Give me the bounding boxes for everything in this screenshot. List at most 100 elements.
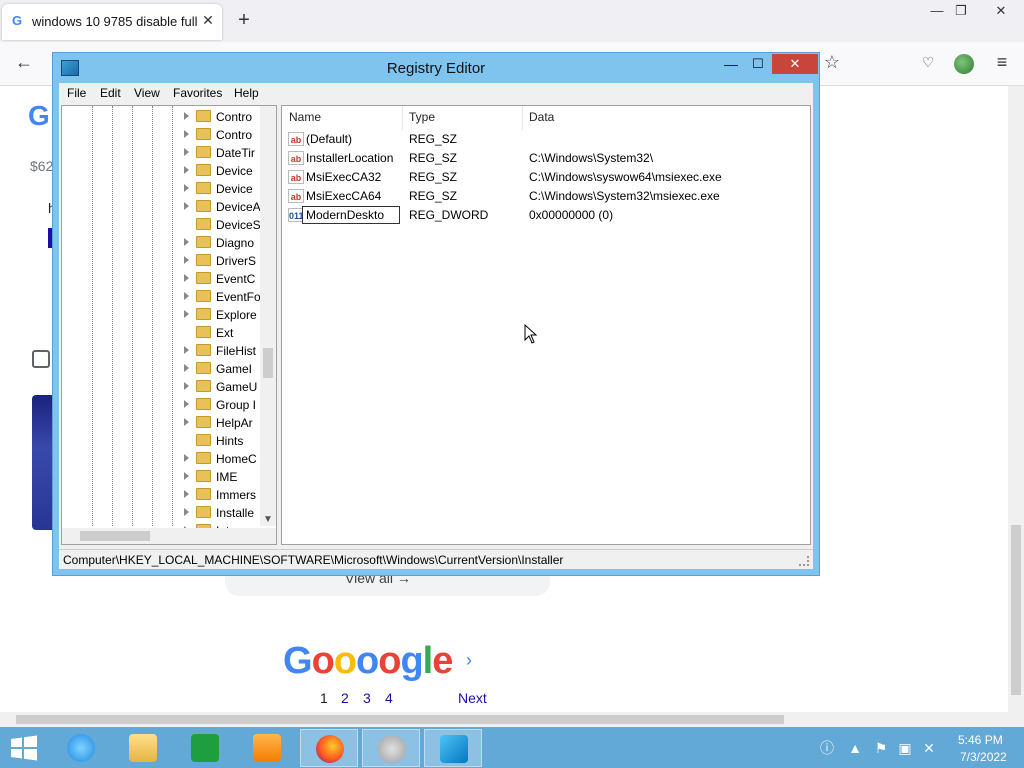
regedit-minimize-button[interactable]: — (718, 55, 744, 75)
browser-tab[interactable]: G windows 10 9785 disable fullscreen ✕ (2, 4, 222, 40)
menu-file[interactable]: File (67, 86, 86, 100)
volume-muted-icon[interactable]: ✕ (920, 739, 938, 757)
back-button[interactable]: ← (12, 52, 36, 76)
regedit-close-button[interactable]: ✕ (772, 54, 818, 74)
column-header-name[interactable]: Name (289, 110, 321, 130)
tree-item[interactable]: Immers (180, 486, 270, 504)
tree-item[interactable]: Ext (180, 324, 270, 342)
result-thumbnail[interactable] (32, 395, 54, 530)
tree-expand-arrow-icon[interactable] (184, 238, 189, 246)
registry-value-row[interactable]: ab MsiExecCA32 REG_SZ C:\Windows\syswow6… (286, 168, 806, 187)
tree-item[interactable]: Hints (180, 432, 270, 450)
pager-next-chevron-icon[interactable]: › (466, 650, 472, 671)
pocket-icon[interactable]: ♡ (916, 54, 940, 74)
tree-item[interactable]: Contro (180, 126, 270, 144)
tree-expand-arrow-icon[interactable] (184, 400, 189, 408)
browser-close-button[interactable]: ✕ (986, 0, 1016, 22)
tree-expand-arrow-icon[interactable] (184, 346, 189, 354)
rename-value-input[interactable] (302, 206, 400, 224)
page-horizontal-scrollbar-thumb[interactable] (16, 715, 784, 724)
tree-item[interactable]: GameU (180, 378, 270, 396)
tree-item[interactable]: HelpAr (180, 414, 270, 432)
tree-item[interactable]: Group I (180, 396, 270, 414)
taskbar-firefox[interactable] (300, 729, 358, 767)
info-icon[interactable]: ⓘ (818, 739, 836, 757)
tree-item[interactable]: DeviceA (180, 198, 270, 216)
menu-edit[interactable]: Edit (100, 86, 121, 100)
google-logo[interactable]: G (28, 100, 50, 132)
tree-expand-arrow-icon[interactable] (184, 256, 189, 264)
tree-expand-arrow-icon[interactable] (184, 490, 189, 498)
tab-close-icon[interactable]: ✕ (200, 12, 216, 28)
clock-date[interactable]: 7/3/2022 (960, 750, 1007, 764)
windows-start-icon[interactable] (10, 735, 38, 761)
tree-expand-arrow-icon[interactable] (184, 310, 189, 318)
tree-vertical-scrollbar[interactable] (260, 106, 276, 526)
network-icon[interactable]: ▣ (896, 739, 914, 757)
registry-value-row[interactable]: ab MsiExecCA64 REG_SZ C:\Windows\System3… (286, 187, 806, 206)
pager-page-3[interactable]: 3 (363, 690, 371, 706)
pager-page-2[interactable]: 2 (341, 690, 349, 706)
column-separator[interactable] (522, 106, 523, 130)
tree-item[interactable]: Installe (180, 504, 270, 522)
tree-item[interactable]: Diagno (180, 234, 270, 252)
page-vertical-scrollbar-thumb[interactable] (1011, 525, 1021, 695)
taskbar-store[interactable] (176, 729, 234, 767)
tree-expand-arrow-icon[interactable] (184, 472, 189, 480)
tree-item[interactable]: GameI (180, 360, 270, 378)
tree-expand-arrow-icon[interactable] (184, 292, 189, 300)
regedit-titlebar[interactable]: Registry Editor — ☐ ✕ (53, 53, 819, 83)
show-hidden-icons-chevron-icon[interactable]: ▲ (846, 739, 864, 757)
taskbar-media-player[interactable] (238, 729, 296, 767)
tree-expand-arrow-icon[interactable] (184, 130, 189, 138)
tree-scroll-down-icon[interactable]: ▼ (262, 514, 274, 526)
tree-expand-arrow-icon[interactable] (184, 184, 189, 192)
tree-expand-arrow-icon[interactable] (184, 148, 189, 156)
tree-expand-arrow-icon[interactable] (184, 508, 189, 516)
registry-value-row[interactable]: ab (Default) REG_SZ (286, 130, 806, 149)
tree-expand-arrow-icon[interactable] (184, 364, 189, 372)
tree-item[interactable]: EventC (180, 270, 270, 288)
tree-item[interactable]: Contro (180, 108, 270, 126)
tree-expand-arrow-icon[interactable] (184, 202, 189, 210)
pager-next-link[interactable]: Next (458, 690, 487, 706)
tree-item[interactable]: HomeC (180, 450, 270, 468)
clock-time[interactable]: 5:46 PM (958, 733, 1003, 747)
registry-values-pane[interactable]: Name Type Data ab (Default) REG_SZ ab In… (281, 105, 811, 545)
tree-item[interactable]: Explore (180, 306, 270, 324)
tree-item[interactable]: Device (180, 162, 270, 180)
tree-expand-arrow-icon[interactable] (184, 454, 189, 462)
tree-vertical-scrollbar-thumb[interactable] (263, 348, 273, 378)
menu-view[interactable]: View (134, 86, 160, 100)
pager-page-4[interactable]: 4 (385, 690, 393, 706)
column-separator[interactable] (402, 106, 403, 130)
column-header-data[interactable]: Data (529, 110, 554, 130)
tree-item[interactable]: DriverS (180, 252, 270, 270)
hamburger-menu-icon[interactable]: ≡ (990, 52, 1014, 76)
tree-expand-arrow-icon[interactable] (184, 418, 189, 426)
new-tab-button[interactable]: + (234, 10, 254, 30)
taskbar-network-tool[interactable] (362, 729, 420, 767)
menu-help[interactable]: Help (234, 86, 259, 100)
tree-item[interactable]: IME (180, 468, 270, 486)
tree-item[interactable]: DateTir (180, 144, 270, 162)
bookmark-star-icon[interactable]: ☆ (820, 52, 844, 76)
registry-value-row-editing[interactable]: 011 REG_DWORD 0x00000000 (0) (286, 206, 806, 225)
resize-grip-icon[interactable] (799, 556, 809, 566)
registry-tree-pane[interactable]: Contro Contro DateTir Device Device DeviceA De… (61, 105, 277, 545)
tree-item[interactable]: FileHist (180, 342, 270, 360)
tree-item[interactable]: EventFo (180, 288, 270, 306)
extension-icon[interactable] (954, 54, 974, 74)
tree-horizontal-scrollbar-thumb[interactable] (80, 531, 150, 541)
tree-expand-arrow-icon[interactable] (184, 274, 189, 282)
taskbar-registry-editor[interactable] (424, 729, 482, 767)
tree-expand-arrow-icon[interactable] (184, 382, 189, 390)
tree-item[interactable]: Device (180, 180, 270, 198)
action-center-flag-icon[interactable]: ⚑ (872, 739, 890, 757)
tree-expand-arrow-icon[interactable] (184, 166, 189, 174)
taskbar-internet-explorer[interactable] (52, 729, 110, 767)
registry-value-row[interactable]: ab InstallerLocation REG_SZ C:\Windows\S… (286, 149, 806, 168)
column-separator[interactable] (810, 106, 811, 130)
taskbar-file-explorer[interactable] (114, 729, 172, 767)
regedit-maximize-button[interactable]: ☐ (745, 55, 771, 75)
